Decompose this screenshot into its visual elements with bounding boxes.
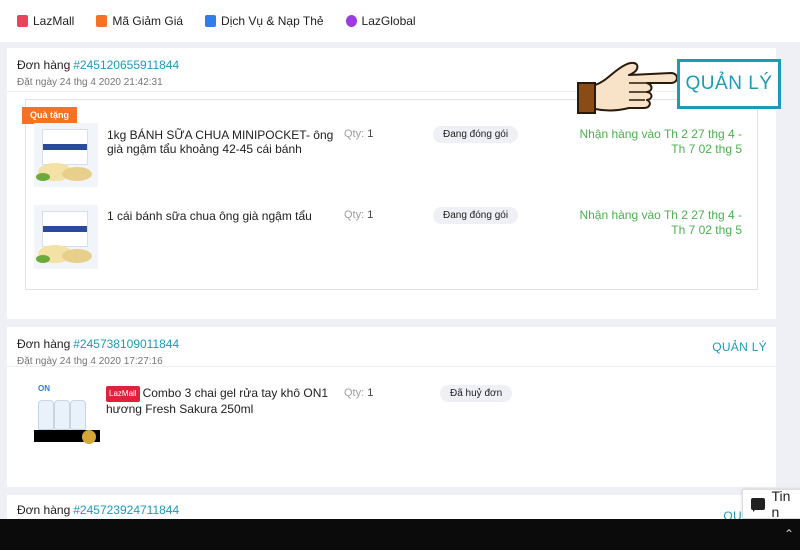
- product-title[interactable]: 1kg BÁNH SỮA CHUA MINIPOCKET- ông già ng…: [107, 128, 337, 156]
- leaf-shape: [36, 255, 50, 263]
- status-badge: Đã huỷ đơn: [440, 385, 513, 402]
- bottle-shape: [54, 400, 70, 430]
- top-nav: LazMall Mã Giảm Giá Dịch Vụ & Nạp Thẻ La…: [0, 0, 800, 42]
- product-title[interactable]: 1 cái bánh sữa chua ông già ngậm tẩu: [107, 209, 337, 223]
- qty-label: Qty:: [344, 128, 365, 140]
- product-image[interactable]: ON: [34, 384, 100, 450]
- order-id-link[interactable]: #245723924711844: [73, 503, 179, 517]
- product-title[interactable]: LazMall Combo 3 chai gel rửa tay khô ON1 …: [106, 386, 336, 416]
- quantity: Qty: 1: [344, 209, 373, 221]
- lazmall-icon: [17, 15, 28, 27]
- order-label: Đơn hàng: [17, 503, 71, 517]
- quantity: Qty: 1: [344, 387, 373, 399]
- order-label: Đơn hàng: [17, 58, 71, 72]
- pointing-hand-icon: [577, 61, 678, 114]
- delivery-estimate: Nhận hàng vào Th 2 27 thg 4 - Th 7 02 th…: [579, 208, 742, 237]
- nav-services[interactable]: Dịch Vụ & Nạp Thẻ: [205, 14, 324, 28]
- order-id-link[interactable]: #245738109011844: [73, 337, 179, 351]
- cake-shape: [62, 167, 92, 181]
- manage-button-highlight[interactable]: QUẢN LÝ: [677, 59, 781, 109]
- chat-icon: [751, 498, 765, 512]
- qty-label: Qty:: [344, 209, 365, 221]
- globe-icon: [345, 15, 357, 27]
- status-badge: Đang đóng gói: [433, 207, 519, 224]
- product-image[interactable]: [34, 205, 98, 269]
- order-label: Đơn hàng: [17, 337, 71, 351]
- bottle-shape: [70, 400, 86, 430]
- on1-logo: ON: [38, 384, 50, 393]
- order-header: Đơn hàng #245120655911844 Đặt ngày 24 thg…: [17, 56, 179, 88]
- bottle-shape: [38, 400, 54, 430]
- delivery-estimate: Nhận hàng vào Th 2 27 thg 4 - Th 7 02 th…: [579, 127, 742, 156]
- package-box: Quà tặng 1kg BÁNH SỮA CHUA MINIPOCKET- ô…: [22, 99, 758, 290]
- product-image[interactable]: [34, 123, 98, 187]
- qty-value: 1: [367, 209, 374, 221]
- order-date: Đặt ngày 24 thg 4 2020 21:42:31: [17, 77, 163, 88]
- nav-voucher[interactable]: Mã Giảm Giá: [96, 14, 183, 28]
- nav-lazglobal-label: LazGlobal: [361, 14, 416, 28]
- gift-tag: Quà tặng: [22, 107, 78, 124]
- milk-box-shape: [42, 211, 88, 247]
- chevron-up-icon[interactable]: ⌃: [784, 527, 794, 541]
- status-badge: Đang đóng gói: [433, 126, 519, 143]
- order-card: Đơn hàng #245738109011844 Đặt ngày 24 thg…: [7, 327, 776, 487]
- cake-shape: [62, 249, 92, 263]
- order-header: Đơn hàng #245723924711844: [17, 501, 179, 519]
- nav-services-label: Dịch Vụ & Nạp Thẻ: [221, 14, 324, 28]
- nav-lazmall-label: LazMall: [33, 14, 75, 28]
- seal-shape: [82, 430, 96, 444]
- phone-topup-icon: [205, 15, 217, 27]
- milk-box-shape: [42, 129, 88, 165]
- lazmall-badge: LazMall: [106, 386, 140, 402]
- qty-value: 1: [367, 128, 374, 140]
- nav-voucher-label: Mã Giảm Giá: [112, 14, 184, 28]
- leaf-shape: [36, 173, 50, 181]
- manage-button[interactable]: QUẢN LÝ: [712, 340, 767, 354]
- voucher-icon: [96, 15, 108, 27]
- chat-button[interactable]: Tin n: [742, 488, 800, 520]
- nav-lazmall[interactable]: LazMall: [17, 14, 74, 28]
- order-id-link[interactable]: #245120655911844: [73, 58, 179, 72]
- qty-value: 1: [367, 387, 374, 399]
- order-header: Đơn hàng #245738109011844 Đặt ngày 24 thg…: [17, 335, 179, 367]
- qty-label: Qty:: [344, 387, 365, 399]
- quantity: Qty: 1: [344, 128, 373, 140]
- chat-label: Tin n: [771, 488, 791, 520]
- divider: [7, 366, 776, 367]
- bottom-bar: ⌃: [0, 519, 800, 550]
- nav-lazglobal[interactable]: LazGlobal: [345, 14, 416, 28]
